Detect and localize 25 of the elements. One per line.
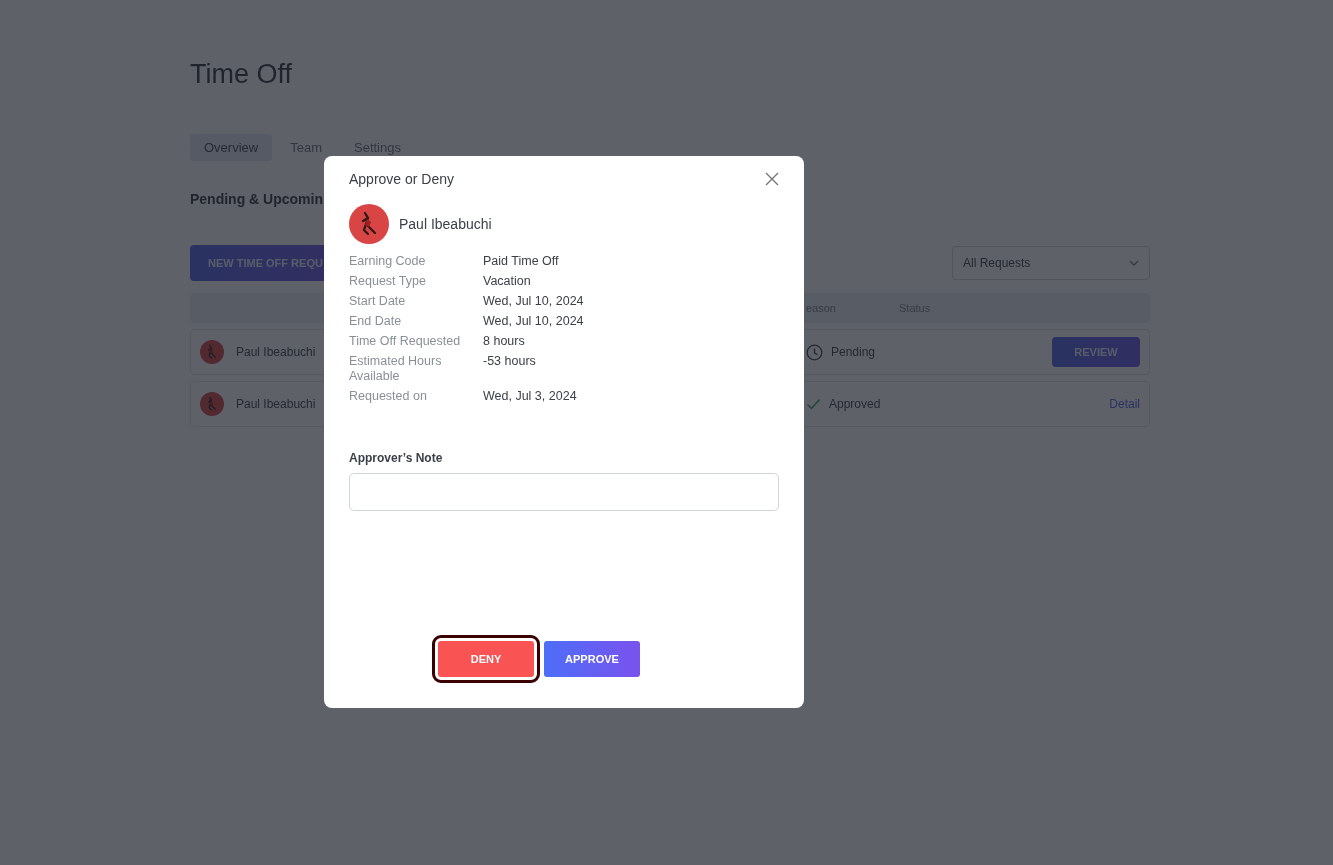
detail-label: End Date [349, 314, 403, 329]
detail-label: Requested on [349, 389, 428, 404]
detail-value: 8 hours [483, 334, 526, 349]
page-title: Time Off [190, 58, 293, 91]
status-text: Pending [831, 345, 876, 359]
detail-value: -53 hours [483, 354, 537, 370]
modal-title: Approve or Deny [349, 171, 455, 187]
status-text: Approved [829, 397, 881, 411]
detail-value: Vacation [483, 274, 532, 289]
detail-value: Wed, Jul 10, 2024 [483, 314, 585, 329]
employee-name: Paul Ibeabuchi [236, 397, 316, 411]
note-label: Approver’s Note [349, 451, 444, 465]
filter-value: All Requests [963, 256, 1031, 270]
employee-name: Paul Ibeabuchi [236, 345, 316, 359]
detail-label: Time Off Requested [349, 334, 462, 349]
detail-value: Paid Time Off [483, 254, 560, 269]
employee-name: Paul Ibeabuchi [399, 216, 492, 232]
detail-label: Start Date [349, 294, 407, 309]
detail-label: Earning Code [349, 254, 427, 269]
detail-value: Wed, Jul 10, 2024 [483, 294, 585, 309]
deny-button[interactable]: DENY [432, 635, 540, 683]
detail-label: Estimated Hours Available [349, 354, 443, 384]
detail-label: Request Type [349, 274, 427, 289]
section-heading: Pending & Upcomin [190, 190, 324, 209]
detail-value: Wed, Jul 3, 2024 [483, 389, 578, 404]
